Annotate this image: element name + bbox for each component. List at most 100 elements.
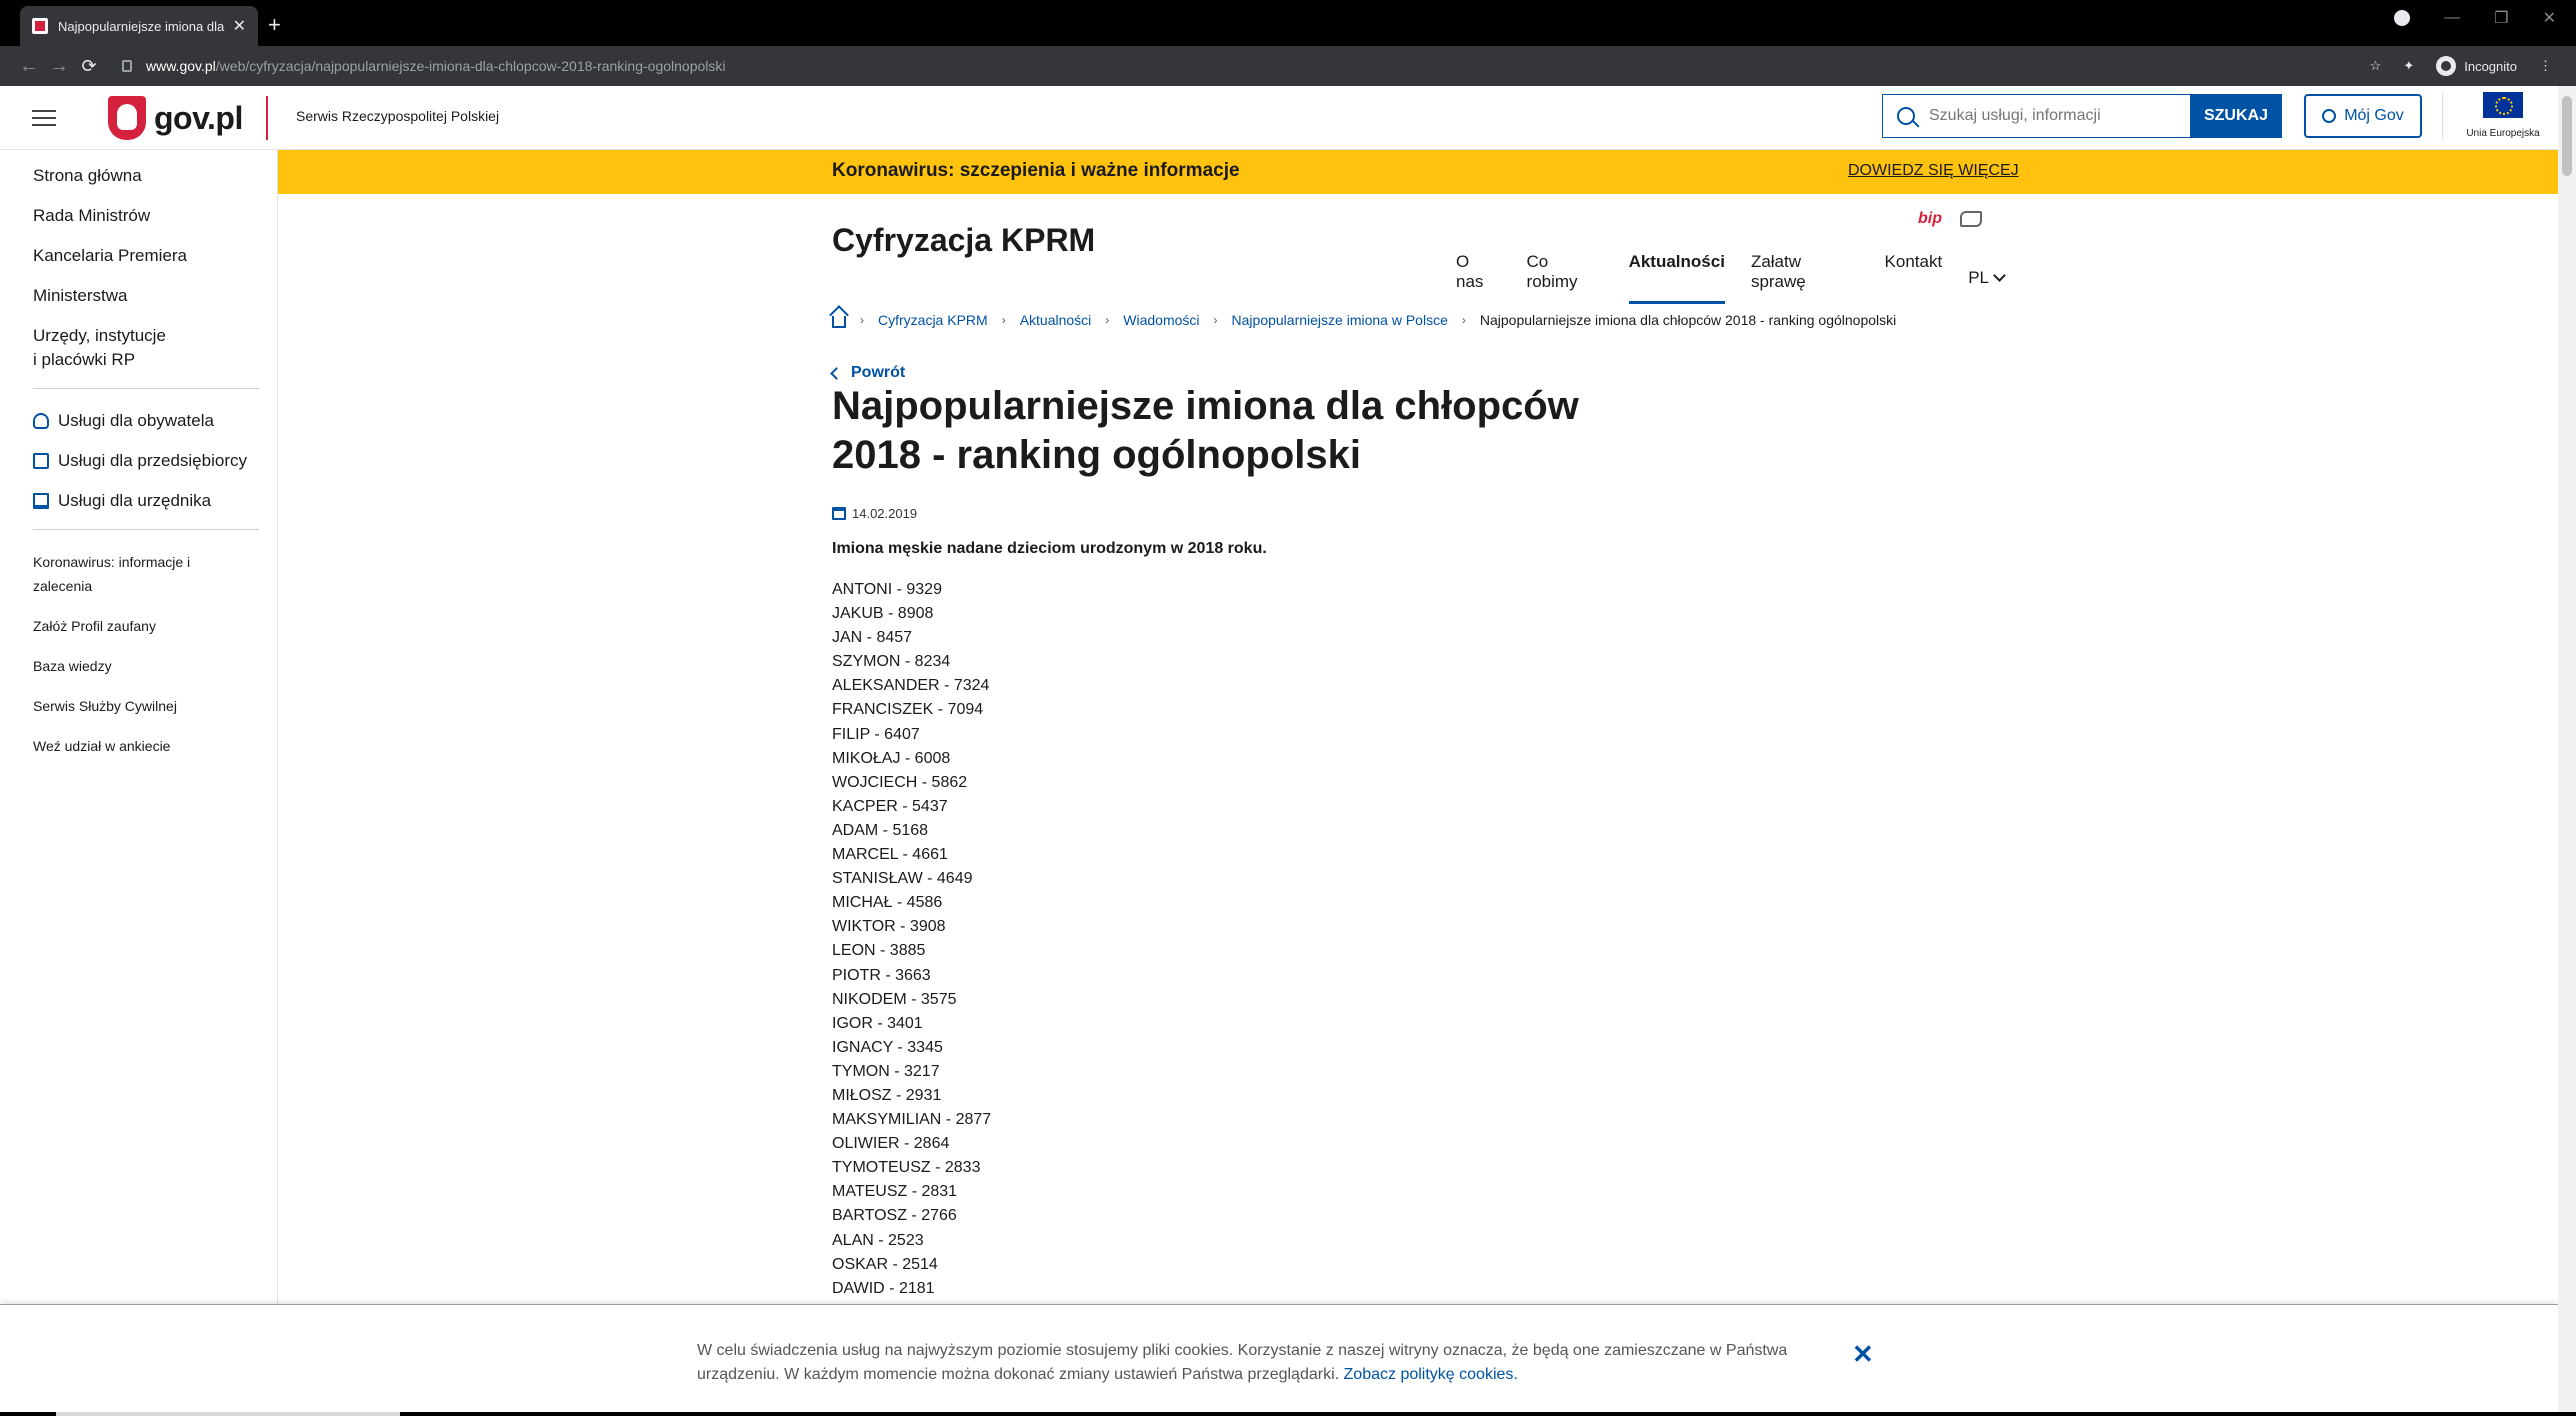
list-item: TYMOTEUSZ - 2833 xyxy=(832,1159,981,1177)
alert-title: Koronawirus: szczepienia i ważne informa… xyxy=(832,160,1240,181)
sidebar-item-ministerstwa[interactable]: Ministerstwa xyxy=(0,284,277,308)
extensions-icon[interactable]: ✦ xyxy=(2403,58,2414,74)
eu-flag-icon xyxy=(2483,92,2523,118)
back-link[interactable]: Powrót xyxy=(830,364,906,382)
list-item: IGOR - 3401 xyxy=(832,1014,923,1032)
nav-zalatw-sprawe[interactable]: Załatw sprawę xyxy=(1751,252,1859,304)
browser-tab[interactable]: Najpopularniejsze imiona dla chł ✕ xyxy=(20,6,258,46)
search-input[interactable] xyxy=(1929,107,2169,125)
new-tab-button[interactable]: + xyxy=(268,12,281,38)
list-item: STANISŁAW - 4649 xyxy=(832,870,973,888)
menu-kebab-icon[interactable]: ⋮ xyxy=(2539,58,2552,74)
scrollbar-thumb[interactable] xyxy=(2562,96,2572,176)
gov-logo[interactable]: gov.pl xyxy=(108,96,243,140)
bookmark-star-icon[interactable]: ☆ xyxy=(2370,58,2382,74)
toolbar-actions: ☆ ✦ Incognito ⋮ xyxy=(2370,56,2552,76)
logo-divider xyxy=(266,96,268,140)
sidebar-divider xyxy=(33,529,259,530)
back-arrow-icon[interactable]: ← xyxy=(14,55,44,78)
cookie-banner: W celu świadczenia usług na najwyższym p… xyxy=(0,1304,2558,1412)
department-title[interactable]: Cyfryzacja KPRM xyxy=(832,222,1095,259)
bip-logo[interactable]: bip xyxy=(1918,210,1942,228)
nav-o-nas[interactable]: O nas xyxy=(1456,252,1501,304)
sidebar-item-sluzba-cywilna[interactable]: Serwis Służby Cywilnej xyxy=(0,694,277,718)
tab-close-icon[interactable]: ✕ xyxy=(233,16,246,36)
maximize-button[interactable]: ❐ xyxy=(2494,8,2508,28)
sidebar-item-koronawirus[interactable]: Koronawirus: informacje i zalecenia xyxy=(0,550,277,598)
list-item: JAKUB - 8908 xyxy=(832,605,934,623)
sidebar-item-urzedy-line2: i placówki RP xyxy=(33,350,136,369)
sidebar-item-baza-wiedzy[interactable]: Baza wiedzy xyxy=(0,654,277,678)
nav-kontakt[interactable]: Kontakt xyxy=(1885,252,1943,304)
eu-divider xyxy=(2442,94,2443,138)
sidebar-item-kancelaria-premiera[interactable]: Kancelaria Premiera xyxy=(0,244,277,268)
breadcrumb-item[interactable]: Najpopularniejsze imiona w Polsce xyxy=(1232,312,1448,328)
page-title: Najpopularniejsze imiona dla chłopców 20… xyxy=(832,384,1579,477)
list-item: PIOTR - 3663 xyxy=(832,966,931,984)
language-label: PL xyxy=(1968,268,1989,287)
eu-label: Unia Europejska xyxy=(2466,128,2540,139)
sidebar-item-profil-zaufany[interactable]: Załóż Profil zaufany xyxy=(0,614,277,638)
lock-icon[interactable] xyxy=(122,60,132,72)
alert-learn-more-link[interactable]: DOWIEDZ SIĘ WIĘCEJ xyxy=(1848,162,2019,180)
page-scrollbar[interactable] xyxy=(2558,86,2576,1412)
list-item: OLIWIER - 2864 xyxy=(832,1135,950,1153)
url-host: www.gov.pl xyxy=(146,58,216,74)
back-label: Powrót xyxy=(851,364,906,381)
publish-date: 14.02.2019 xyxy=(832,506,917,521)
logo-text: gov.pl xyxy=(154,99,243,136)
sidebar-item-label: Usługi dla urzędnika xyxy=(58,491,212,510)
list-item: OSKAR - 2514 xyxy=(832,1255,938,1273)
search-box xyxy=(1882,94,2190,138)
nav-co-robimy[interactable]: Co robimy xyxy=(1527,252,1603,304)
alert-banner: Koronawirus: szczepienia i ważne informa… xyxy=(278,150,2558,194)
breadcrumb-separator-icon: › xyxy=(1001,313,1006,327)
hamburger-menu-icon[interactable] xyxy=(32,110,56,126)
sidebar-item-rada-ministrow[interactable]: Rada Ministrów xyxy=(0,204,277,228)
home-icon[interactable] xyxy=(832,316,846,328)
cookie-message: W celu świadczenia usług na najwyższym p… xyxy=(697,1342,1788,1383)
close-window-button[interactable]: ✕ xyxy=(2543,8,2556,28)
chevron-left-icon xyxy=(830,366,843,380)
cookie-text: W celu świadczenia usług na najwyższym p… xyxy=(697,1339,1827,1387)
horizontal-scrollbar[interactable] xyxy=(56,1412,400,1416)
names-list: ANTONI - 9329 JAKUB - 8908 JAN - 8457 SZYMO… xyxy=(832,578,991,1301)
sidebar-item-urzedy[interactable]: Urzędy, instytucje i placówki RP xyxy=(0,324,277,372)
sidebar-item-ankieta[interactable]: Weź udział w ankiecie xyxy=(0,734,277,758)
profile-button[interactable]: Incognito xyxy=(2436,56,2517,76)
sidebar-item-uslugi-przedsiebiorca[interactable]: Usługi dla przedsiębiorcy xyxy=(0,449,277,473)
cookie-policy-link[interactable]: Zobacz politykę cookies. xyxy=(1344,1366,1518,1383)
forward-arrow-icon[interactable]: → xyxy=(44,55,74,78)
sidebar-item-uslugi-urzednik[interactable]: Usługi dla urzędnika xyxy=(0,489,277,513)
account-icon xyxy=(2322,109,2337,123)
sidebar-main-links: Strona główna Rada Ministrów Kancelaria … xyxy=(0,150,277,372)
close-icon[interactable]: ✕ xyxy=(1852,1339,1874,1370)
list-item: KACPER - 5437 xyxy=(832,797,948,815)
breadcrumb-separator-icon: › xyxy=(1461,313,1466,327)
moj-gov-label: Mój Gov xyxy=(2344,107,2404,124)
list-item: SZYMON - 8234 xyxy=(832,653,951,671)
breadcrumb-item[interactable]: Aktualności xyxy=(1020,312,1092,328)
list-item: ANTONI - 9329 xyxy=(832,581,942,598)
sign-language-icon[interactable] xyxy=(1960,211,1982,227)
list-item: MAKSYMILIAN - 2877 xyxy=(832,1111,992,1129)
address-bar[interactable]: www.gov.pl/web/cyfryzacja/najpopularniej… xyxy=(122,58,2370,74)
sidebar-item-strona-glowna[interactable]: Strona główna xyxy=(0,164,277,188)
list-item: MIŁOSZ - 2931 xyxy=(832,1086,942,1104)
incognito-indicator-icon xyxy=(2394,10,2411,26)
breadcrumb-item[interactable]: Wiadomości xyxy=(1123,312,1199,328)
moj-gov-button[interactable]: Mój Gov xyxy=(2304,94,2422,138)
sidebar-item-uslugi-obywatel[interactable]: Usługi dla obywatela xyxy=(0,409,277,433)
breadcrumb-item[interactable]: Cyfryzacja KPRM xyxy=(878,312,988,328)
search-button[interactable]: SZUKAJ xyxy=(2190,94,2282,138)
url-path: /web/cyfryzacja/najpopularniejsze-imiona… xyxy=(215,58,726,74)
breadcrumb-separator-icon: › xyxy=(860,313,864,327)
minimize-button[interactable]: — xyxy=(2444,9,2460,27)
search-icon xyxy=(1897,107,1915,125)
chevron-down-icon xyxy=(1993,269,2006,282)
list-item: NIKODEM - 3575 xyxy=(832,990,957,1008)
reload-icon[interactable]: ⟳ xyxy=(74,56,104,77)
window-controls: — ❐ ✕ xyxy=(2394,8,2556,28)
language-selector[interactable]: PL xyxy=(1968,252,2006,304)
nav-aktualnosci[interactable]: Aktualności xyxy=(1628,252,1725,304)
